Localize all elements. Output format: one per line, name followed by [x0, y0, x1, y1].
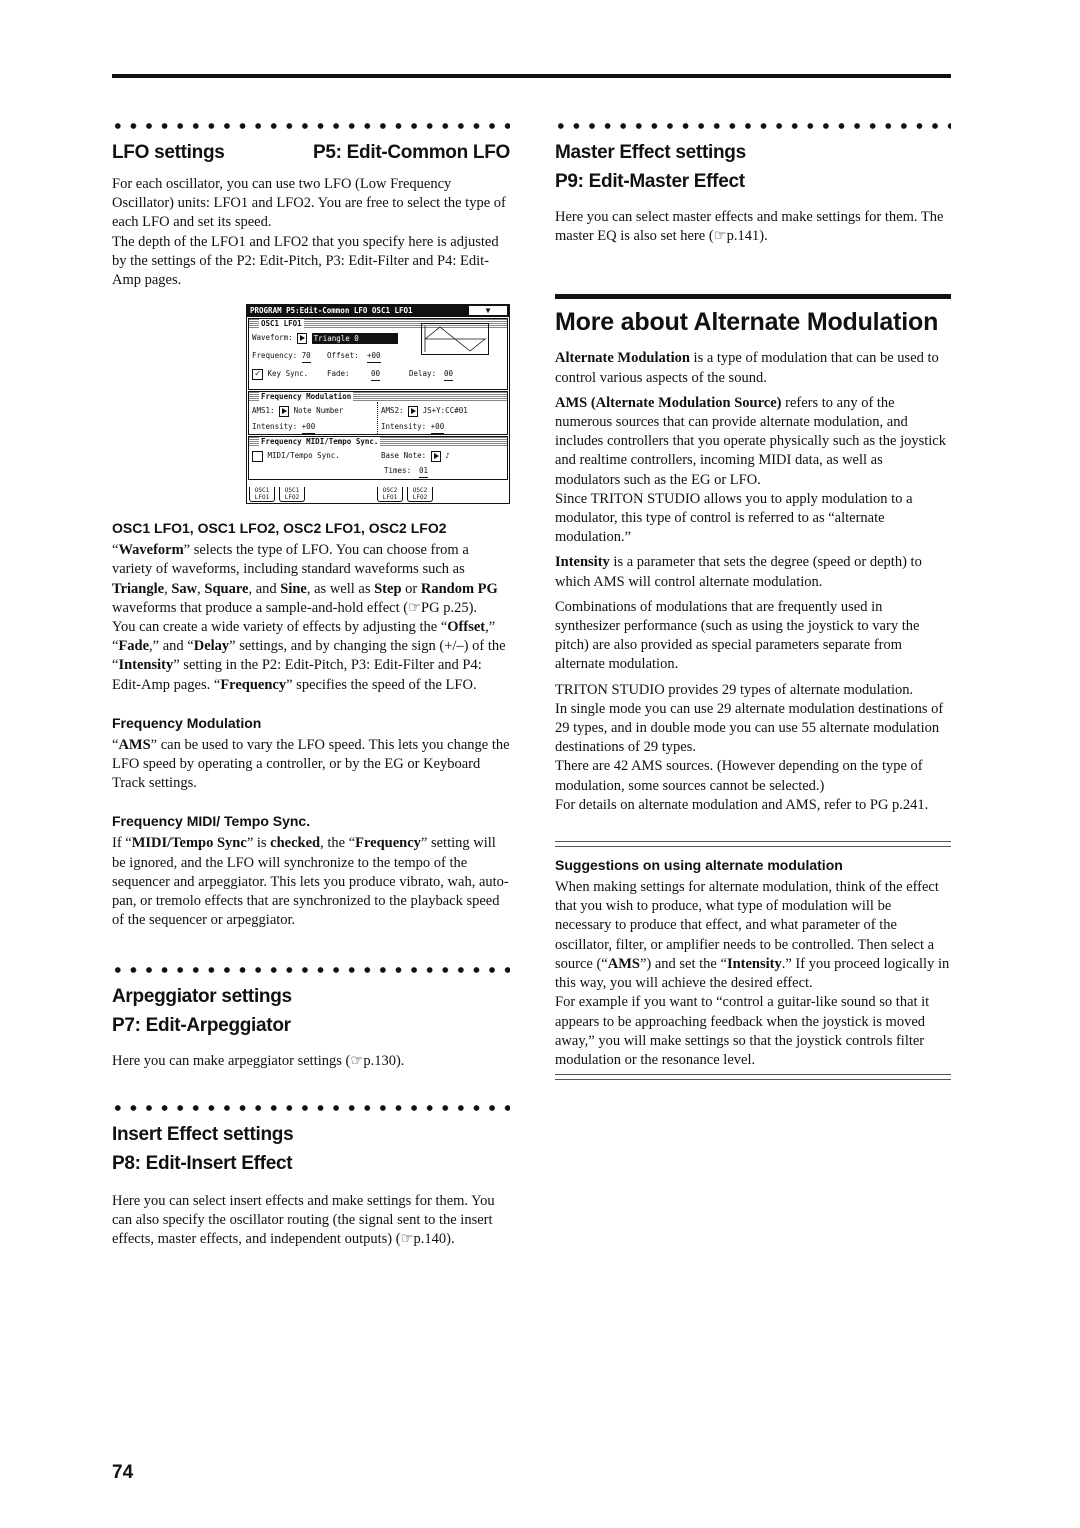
- dotted-divider: [555, 120, 951, 132]
- arp-heading-2: P7: Edit-Arpeggiator: [112, 1015, 291, 1037]
- intensity2-field[interactable]: +00: [430, 421, 445, 435]
- insert-heading-2: P8: Edit-Insert Effect: [112, 1152, 293, 1174]
- midi-sync-row: MIDI/Tempo Sync. Base Note: ♪: [249, 447, 507, 465]
- offset-label: Offset:: [327, 351, 359, 361]
- dropdown-arrow-icon[interactable]: ▼: [469, 306, 507, 316]
- box-title: Frequency MIDI/Tempo Sync.: [259, 437, 381, 447]
- base-note-group: Base Note: ♪: [381, 447, 450, 465]
- lfo-depth-paragraph: The depth of the LFO1 and LFO2 that you …: [112, 233, 499, 289]
- alt-mod-p1: Alternate Modulation is a type of modula…: [555, 350, 939, 386]
- dotted-divider: [112, 964, 510, 977]
- midi-sync-label: MIDI/Tempo Sync.: [267, 451, 340, 461]
- lcd-title-bar: PROGRAM P5:Edit-Common LFO OSC1 LFO1 ▼: [247, 305, 509, 318]
- master-heading-1: Master Effect settings: [555, 142, 746, 163]
- tab-osc2-lfo2[interactable]: OSC2 LFO2: [407, 487, 433, 503]
- play-arrow-icon[interactable]: [279, 405, 290, 417]
- box-title: OSC1 LFO1: [259, 319, 304, 329]
- suggestions-p1: When making settings for alternate modul…: [555, 879, 950, 992]
- ams1-label: AMS1:: [252, 406, 275, 416]
- alt-mod-p6: TRITON STUDIO provides 29 types of alter…: [555, 681, 914, 698]
- times-row: Times: 01: [249, 465, 507, 479]
- suggestions-p2: For example if you want to “control a gu…: [555, 994, 930, 1068]
- box-title: Frequency Modulation: [259, 392, 354, 402]
- waveform-paragraph: “Waveform” selects the type of LFO. You …: [112, 542, 498, 616]
- lcd-midi-sync-box: Frequency MIDI/Tempo Sync. MIDI/Tempo Sy…: [248, 436, 508, 481]
- play-arrow-icon[interactable]: [297, 332, 308, 344]
- times-field[interactable]: 01: [419, 465, 429, 479]
- right-column: Master Effect settings P9: Edit-Master E…: [555, 120, 951, 1081]
- freq-mod-subheading: Frequency Modulation: [112, 714, 262, 731]
- insert-heading-1: Insert Effect settings: [112, 1123, 294, 1145]
- header-rule: [112, 74, 951, 78]
- offset-field[interactable]: +00: [367, 350, 381, 364]
- alt-mod-p3: Since TRITON STUDIO allows you to apply …: [555, 490, 913, 546]
- intensity1-field[interactable]: +00: [301, 421, 316, 435]
- lcd-page-title: PROGRAM P5:Edit-Common LFO OSC1 LFO1: [250, 306, 413, 316]
- play-arrow-icon[interactable]: [408, 405, 419, 417]
- alt-mod-p5: Combinations of modulations that are fre…: [555, 598, 920, 673]
- alt-mod-p9: For details on alternate modulation and …: [555, 796, 929, 813]
- suggestions-heading: Suggestions on using alternate modulatio…: [555, 857, 843, 874]
- triangle-waveform-graphic: [421, 323, 489, 356]
- lcd-tab-bar: OSC1 LFO1 OSC1 LFO2 OSC2 LFO1 OSC2 LFO2: [247, 487, 509, 503]
- dotted-divider: [112, 120, 510, 132]
- base-note-label: Base Note:: [381, 451, 427, 461]
- intensity2-group: Intensity: +00: [381, 420, 445, 435]
- double-rule: [555, 841, 951, 848]
- waveform-label: Waveform:: [252, 333, 293, 343]
- arp-paragraph: Here you can make arpeggiator settings (…: [112, 1053, 405, 1070]
- keysync-row: ✓ Key Sync. Fade: 00 Delay: 00: [249, 365, 507, 383]
- fade-field[interactable]: 00: [371, 368, 381, 382]
- intensity1-label: Intensity:: [252, 422, 298, 432]
- key-sync-checkbox[interactable]: ✓: [252, 368, 263, 380]
- alt-mod-p8: There are 42 AMS sources. (However depen…: [555, 758, 923, 794]
- alt-mod-p7: In single mode you can use 29 alternate …: [555, 700, 944, 756]
- key-sync-label: Key Sync.: [267, 369, 309, 379]
- master-paragraph: Here you can select master effects and m…: [555, 209, 944, 245]
- frequency-field[interactable]: 70: [301, 350, 311, 364]
- ams-row: AMS1: Note Number AMS2: JS+Y:CC#01: [249, 402, 507, 420]
- frequency-label: Frequency:: [252, 351, 298, 361]
- osc-lfo-subheading: OSC1 LFO1, OSC1 LFO2, OSC2 LFO1, OSC2 LF…: [112, 520, 447, 537]
- tab-osc1-lfo2[interactable]: OSC1 LFO2: [279, 487, 305, 503]
- waveform-field[interactable]: Triangle 0: [311, 332, 398, 344]
- intensity2-label: Intensity:: [381, 422, 427, 432]
- freq-sync-paragraph: If “MIDI/Tempo Sync” is checked, the “Fr…: [112, 835, 509, 929]
- ams1-field[interactable]: Note Number: [294, 406, 344, 415]
- alt-mod-p2: AMS (Alternate Modulation Source) refers…: [555, 394, 946, 488]
- delay-label: Delay:: [409, 369, 437, 379]
- section-page-ref: P5: Edit-Common LFO: [313, 142, 510, 163]
- times-label: Times:: [384, 466, 412, 476]
- effects-paragraph: You can create a wide variety of effects…: [112, 619, 506, 693]
- section-title: LFO settings: [112, 142, 225, 163]
- lfo-intro-paragraph: For each oscillator, you can use two LFO…: [112, 176, 506, 231]
- lcd-osc-lfo-box: OSC1 LFO1 Waveform: Triangle 0 Frequency…: [248, 318, 508, 391]
- intensity-row: Intensity: +00 Intensity: +00: [249, 420, 507, 435]
- double-rule: [555, 1074, 951, 1081]
- ams2-label: AMS2:: [381, 406, 404, 416]
- page-number: 74: [112, 1462, 134, 1483]
- eighth-note-icon[interactable]: ♪: [445, 451, 450, 460]
- section-rule: [555, 294, 951, 300]
- alt-mod-p4: Intensity is a parameter that sets the d…: [555, 554, 922, 590]
- alt-mod-title: More about Alternate Modulation: [555, 308, 939, 337]
- tab-osc2-lfo1[interactable]: OSC2 LFO1: [377, 487, 403, 503]
- lfo-settings-heading: LFO settings P5: Edit-Common LFO: [112, 138, 510, 167]
- play-arrow-icon[interactable]: [430, 450, 441, 462]
- midi-sync-checkbox[interactable]: [252, 450, 263, 462]
- left-column: LFO settings P5: Edit-Common LFO For eac…: [112, 120, 510, 1249]
- insert-paragraph: Here you can select insert effects and m…: [112, 1192, 495, 1248]
- ams2-group: AMS2: JS+Y:CC#01: [381, 402, 468, 420]
- delay-field[interactable]: 00: [444, 368, 454, 382]
- fade-label: Fade:: [327, 369, 350, 379]
- tab-osc1-lfo1[interactable]: OSC1 LFO1: [249, 487, 275, 503]
- freq-sync-subheading: Frequency MIDI/ Tempo Sync.: [112, 813, 311, 830]
- master-heading-2: P9: Edit-Master Effect: [555, 171, 745, 192]
- dotted-divider: [112, 1101, 510, 1114]
- freq-mod-paragraph: “AMS” can be used to vary the LFO speed.…: [112, 736, 510, 792]
- lcd-screen: PROGRAM P5:Edit-Common LFO OSC1 LFO1 ▼ O…: [246, 304, 510, 505]
- ams2-field[interactable]: JS+Y:CC#01: [423, 406, 468, 415]
- arp-heading-1: Arpeggiator settings: [112, 986, 292, 1008]
- lcd-freq-mod-box: Frequency Modulation AMS1: Note Number A…: [248, 391, 508, 436]
